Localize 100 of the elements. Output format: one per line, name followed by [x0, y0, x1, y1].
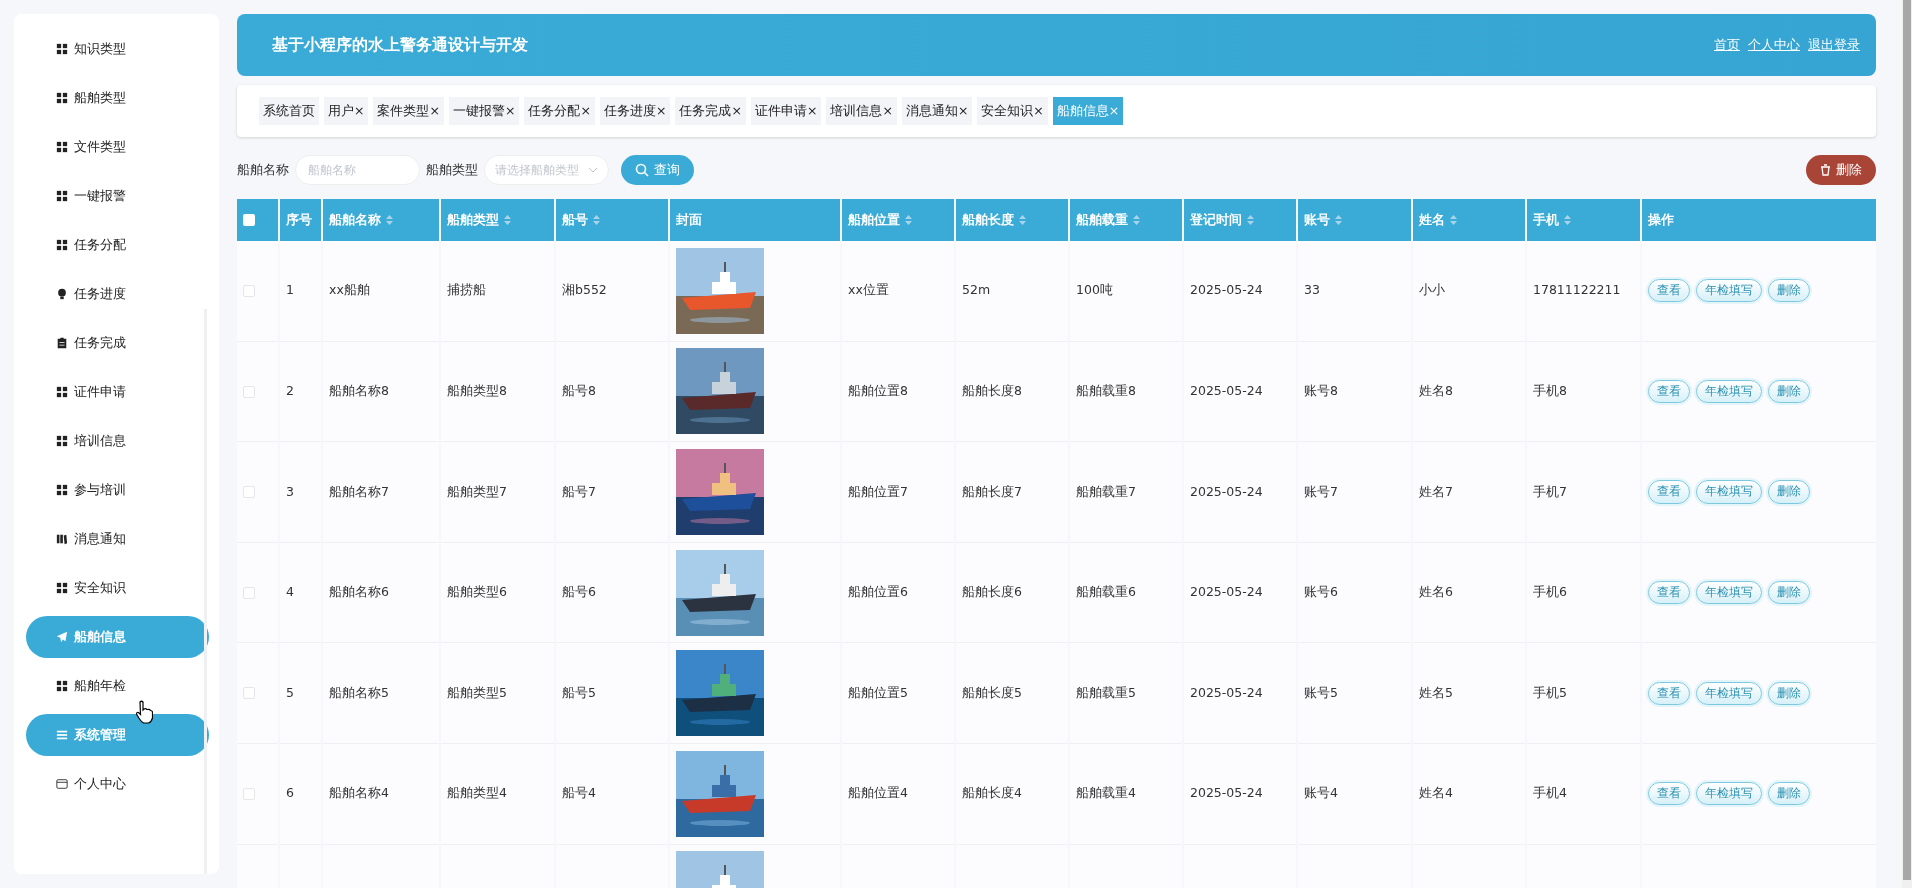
tab[interactable]: 证件申请×	[750, 96, 822, 126]
close-icon[interactable]: ×	[580, 102, 591, 118]
tab[interactable]: 消息通知×	[901, 96, 973, 126]
tab[interactable]: 任务进度×	[599, 96, 671, 126]
action-button[interactable]: 删除	[1768, 379, 1810, 403]
close-icon[interactable]: ×	[731, 102, 742, 118]
sidebar-item[interactable]: 船舶信息	[26, 616, 209, 658]
checkbox[interactable]	[243, 214, 255, 227]
close-icon[interactable]: ×	[354, 102, 365, 118]
action-button[interactable]: 删除	[1768, 681, 1810, 705]
checkbox[interactable]	[243, 284, 255, 297]
header-link[interactable]: 退出登录	[1808, 37, 1860, 53]
action-button[interactable]: 查看	[1648, 279, 1690, 303]
sidebar-item[interactable]: 个人中心	[26, 763, 209, 805]
action-button[interactable]: 查看	[1648, 379, 1690, 403]
column-header[interactable]: 登记时间	[1184, 199, 1296, 241]
tab[interactable]: 任务分配×	[524, 96, 595, 126]
column-header[interactable]: 船舶名称	[323, 199, 439, 241]
sort-icon[interactable]	[1564, 215, 1571, 226]
close-icon[interactable]: ×	[1108, 102, 1120, 118]
sort-icon[interactable]	[1450, 215, 1457, 226]
checkbox[interactable]	[243, 586, 255, 599]
action-button[interactable]: 年检填写	[1696, 681, 1762, 705]
trash-icon	[1820, 164, 1831, 176]
grid-icon	[56, 190, 68, 202]
sidebar-item[interactable]: 系统管理	[26, 714, 209, 756]
sidebar-item[interactable]: 知识类型	[26, 28, 209, 70]
close-icon[interactable]: ×	[806, 102, 818, 118]
scrollbar[interactable]	[1903, 0, 1911, 880]
sidebar-item[interactable]: 参与培训	[26, 469, 209, 511]
column-header[interactable]: 船号	[556, 199, 668, 241]
action-button[interactable]: 年检填写	[1696, 379, 1762, 403]
close-icon[interactable]: ×	[882, 102, 893, 118]
action-button[interactable]: 年检填写	[1696, 480, 1762, 504]
sidebar-item[interactable]: 任务进度	[26, 273, 209, 315]
tab[interactable]: 任务完成×	[675, 96, 746, 126]
action-button[interactable]: 年检填写	[1696, 782, 1762, 806]
column-header[interactable]: 序号	[280, 199, 321, 241]
sort-icon[interactable]	[1133, 215, 1140, 226]
tab[interactable]: 培训信息×	[826, 96, 897, 126]
column-header[interactable]: 船舶长度	[956, 199, 1068, 241]
close-icon[interactable]: ×	[957, 102, 969, 118]
sort-icon[interactable]	[1247, 215, 1254, 226]
sidebar-item[interactable]: 船舶年检	[26, 665, 209, 707]
checkbox[interactable]	[243, 385, 255, 398]
tab[interactable]: 系统首页	[259, 96, 319, 126]
column-header[interactable]: 船舶载重	[1070, 199, 1182, 241]
header-link[interactable]: 首页	[1714, 37, 1740, 53]
action-button[interactable]: 查看	[1648, 480, 1690, 504]
sidebar-item[interactable]: 安全知识	[26, 567, 209, 609]
sort-icon[interactable]	[593, 215, 600, 226]
header-link[interactable]: 个人中心	[1748, 37, 1800, 53]
search-button[interactable]: 查询	[621, 155, 694, 185]
checkbox[interactable]	[243, 787, 255, 800]
action-button[interactable]: 年检填写	[1696, 580, 1762, 605]
sidebar-item[interactable]: 任务完成	[26, 322, 209, 364]
column-header[interactable]: 封面	[670, 199, 840, 241]
column-header[interactable]: 账号	[1298, 199, 1411, 241]
tab[interactable]: 用户×	[324, 96, 369, 126]
column-header[interactable]: 手机	[1527, 199, 1640, 241]
sidebar-item[interactable]: 一键报警	[26, 175, 209, 217]
sort-icon[interactable]	[386, 215, 393, 226]
sidebar-item[interactable]: 船舶类型	[26, 77, 209, 119]
tab[interactable]: 一键报警×	[448, 96, 520, 126]
table-cell: 船舶类型5	[441, 643, 554, 744]
action-button[interactable]: 查看	[1648, 681, 1690, 705]
close-icon[interactable]: ×	[1033, 102, 1044, 118]
paper-plane-icon	[56, 631, 68, 643]
sidebar-item[interactable]: 消息通知	[26, 518, 209, 560]
tab[interactable]: 安全知识×	[977, 96, 1048, 126]
sidebar-item[interactable]: 文件类型	[26, 126, 209, 168]
action-button[interactable]: 删除	[1768, 480, 1810, 504]
action-button[interactable]: 查看	[1648, 782, 1690, 806]
sort-icon[interactable]	[905, 215, 912, 226]
column-header[interactable]: 操作	[1642, 199, 1876, 241]
column-header[interactable]: 船舶类型	[441, 199, 554, 241]
close-icon[interactable]: ×	[504, 102, 516, 118]
column-header[interactable]: 船舶位置	[842, 199, 954, 241]
table-cell: 手机6	[1527, 542, 1640, 644]
action-button[interactable]: 删除	[1768, 279, 1810, 303]
sort-icon[interactable]	[504, 215, 511, 226]
sort-icon[interactable]	[1019, 215, 1026, 226]
checkbox[interactable]	[243, 486, 255, 499]
action-button[interactable]: 年检填写	[1696, 279, 1762, 303]
table-cell: 4	[280, 542, 321, 644]
tab[interactable]: 案件类型×	[373, 96, 444, 126]
action-button[interactable]: 删除	[1768, 782, 1810, 806]
sort-icon[interactable]	[1335, 215, 1342, 226]
action-button[interactable]: 删除	[1768, 580, 1810, 605]
checkbox[interactable]	[243, 687, 255, 700]
table-cell: 船号4	[556, 743, 668, 845]
delete-button[interactable]: 删除	[1806, 155, 1876, 185]
sidebar-item[interactable]: 任务分配	[26, 224, 209, 266]
action-button[interactable]: 查看	[1648, 580, 1690, 605]
close-icon[interactable]: ×	[655, 102, 667, 118]
close-icon[interactable]: ×	[429, 102, 440, 118]
sidebar-item[interactable]: 培训信息	[26, 420, 209, 462]
sidebar-item[interactable]: 证件申请	[26, 371, 209, 413]
column-header[interactable]: 姓名	[1413, 199, 1525, 241]
tab[interactable]: 船舶信息×	[1052, 96, 1124, 126]
